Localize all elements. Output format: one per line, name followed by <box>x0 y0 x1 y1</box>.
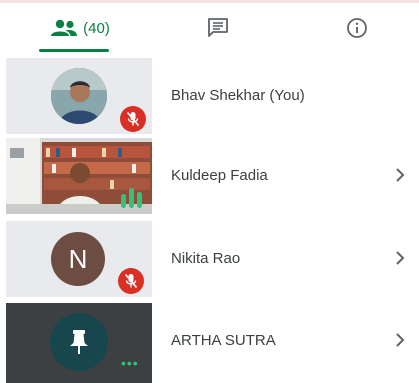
tab-chat[interactable] <box>168 3 268 53</box>
avatar-photo <box>51 68 107 124</box>
tab-info[interactable] <box>307 3 407 53</box>
chat-icon <box>208 18 228 37</box>
participant-row[interactable]: Kuldeep Fadia <box>0 138 419 214</box>
participant-name: ARTHA SUTRA <box>171 332 276 349</box>
avatar <box>50 313 108 371</box>
mic-off-badge <box>118 268 144 294</box>
chevron-right-icon[interactable] <box>395 332 405 348</box>
speaking-indicator <box>118 186 146 210</box>
chevron-right-icon[interactable] <box>395 250 405 266</box>
audio-level-icon <box>121 188 142 208</box>
participant-count: (40) <box>83 19 110 37</box>
participant-tile: ••• <box>6 303 152 383</box>
avatar: N <box>51 232 105 286</box>
participant-tile <box>6 58 152 134</box>
avatar <box>51 68 107 124</box>
tab-people[interactable]: (40) <box>30 3 130 53</box>
participant-tile: N <box>6 221 152 297</box>
active-tab-indicator <box>39 49 109 52</box>
participant-row[interactable]: N Nikita Rao <box>0 221 419 297</box>
avatar-initial: N <box>68 243 88 274</box>
mic-off-icon <box>126 111 140 127</box>
participant-name: Bhav Shekhar (You) <box>171 87 305 104</box>
participant-tile <box>6 138 152 214</box>
chevron-right-icon[interactable] <box>395 167 405 183</box>
more-options-icon[interactable]: ••• <box>121 355 139 371</box>
participant-name: Nikita Rao <box>171 250 241 267</box>
info-icon <box>347 18 367 38</box>
participant-row[interactable]: Bhav Shekhar (You) <box>0 58 419 134</box>
mic-off-badge <box>120 106 146 132</box>
pin-icon <box>70 330 88 354</box>
participant-name: Kuldeep Fadia <box>171 167 268 184</box>
people-icon <box>51 19 78 36</box>
tab-bar: (40) <box>0 3 419 53</box>
mic-off-icon <box>124 273 138 289</box>
participant-row[interactable]: ••• ARTHA SUTRA <box>0 303 419 383</box>
